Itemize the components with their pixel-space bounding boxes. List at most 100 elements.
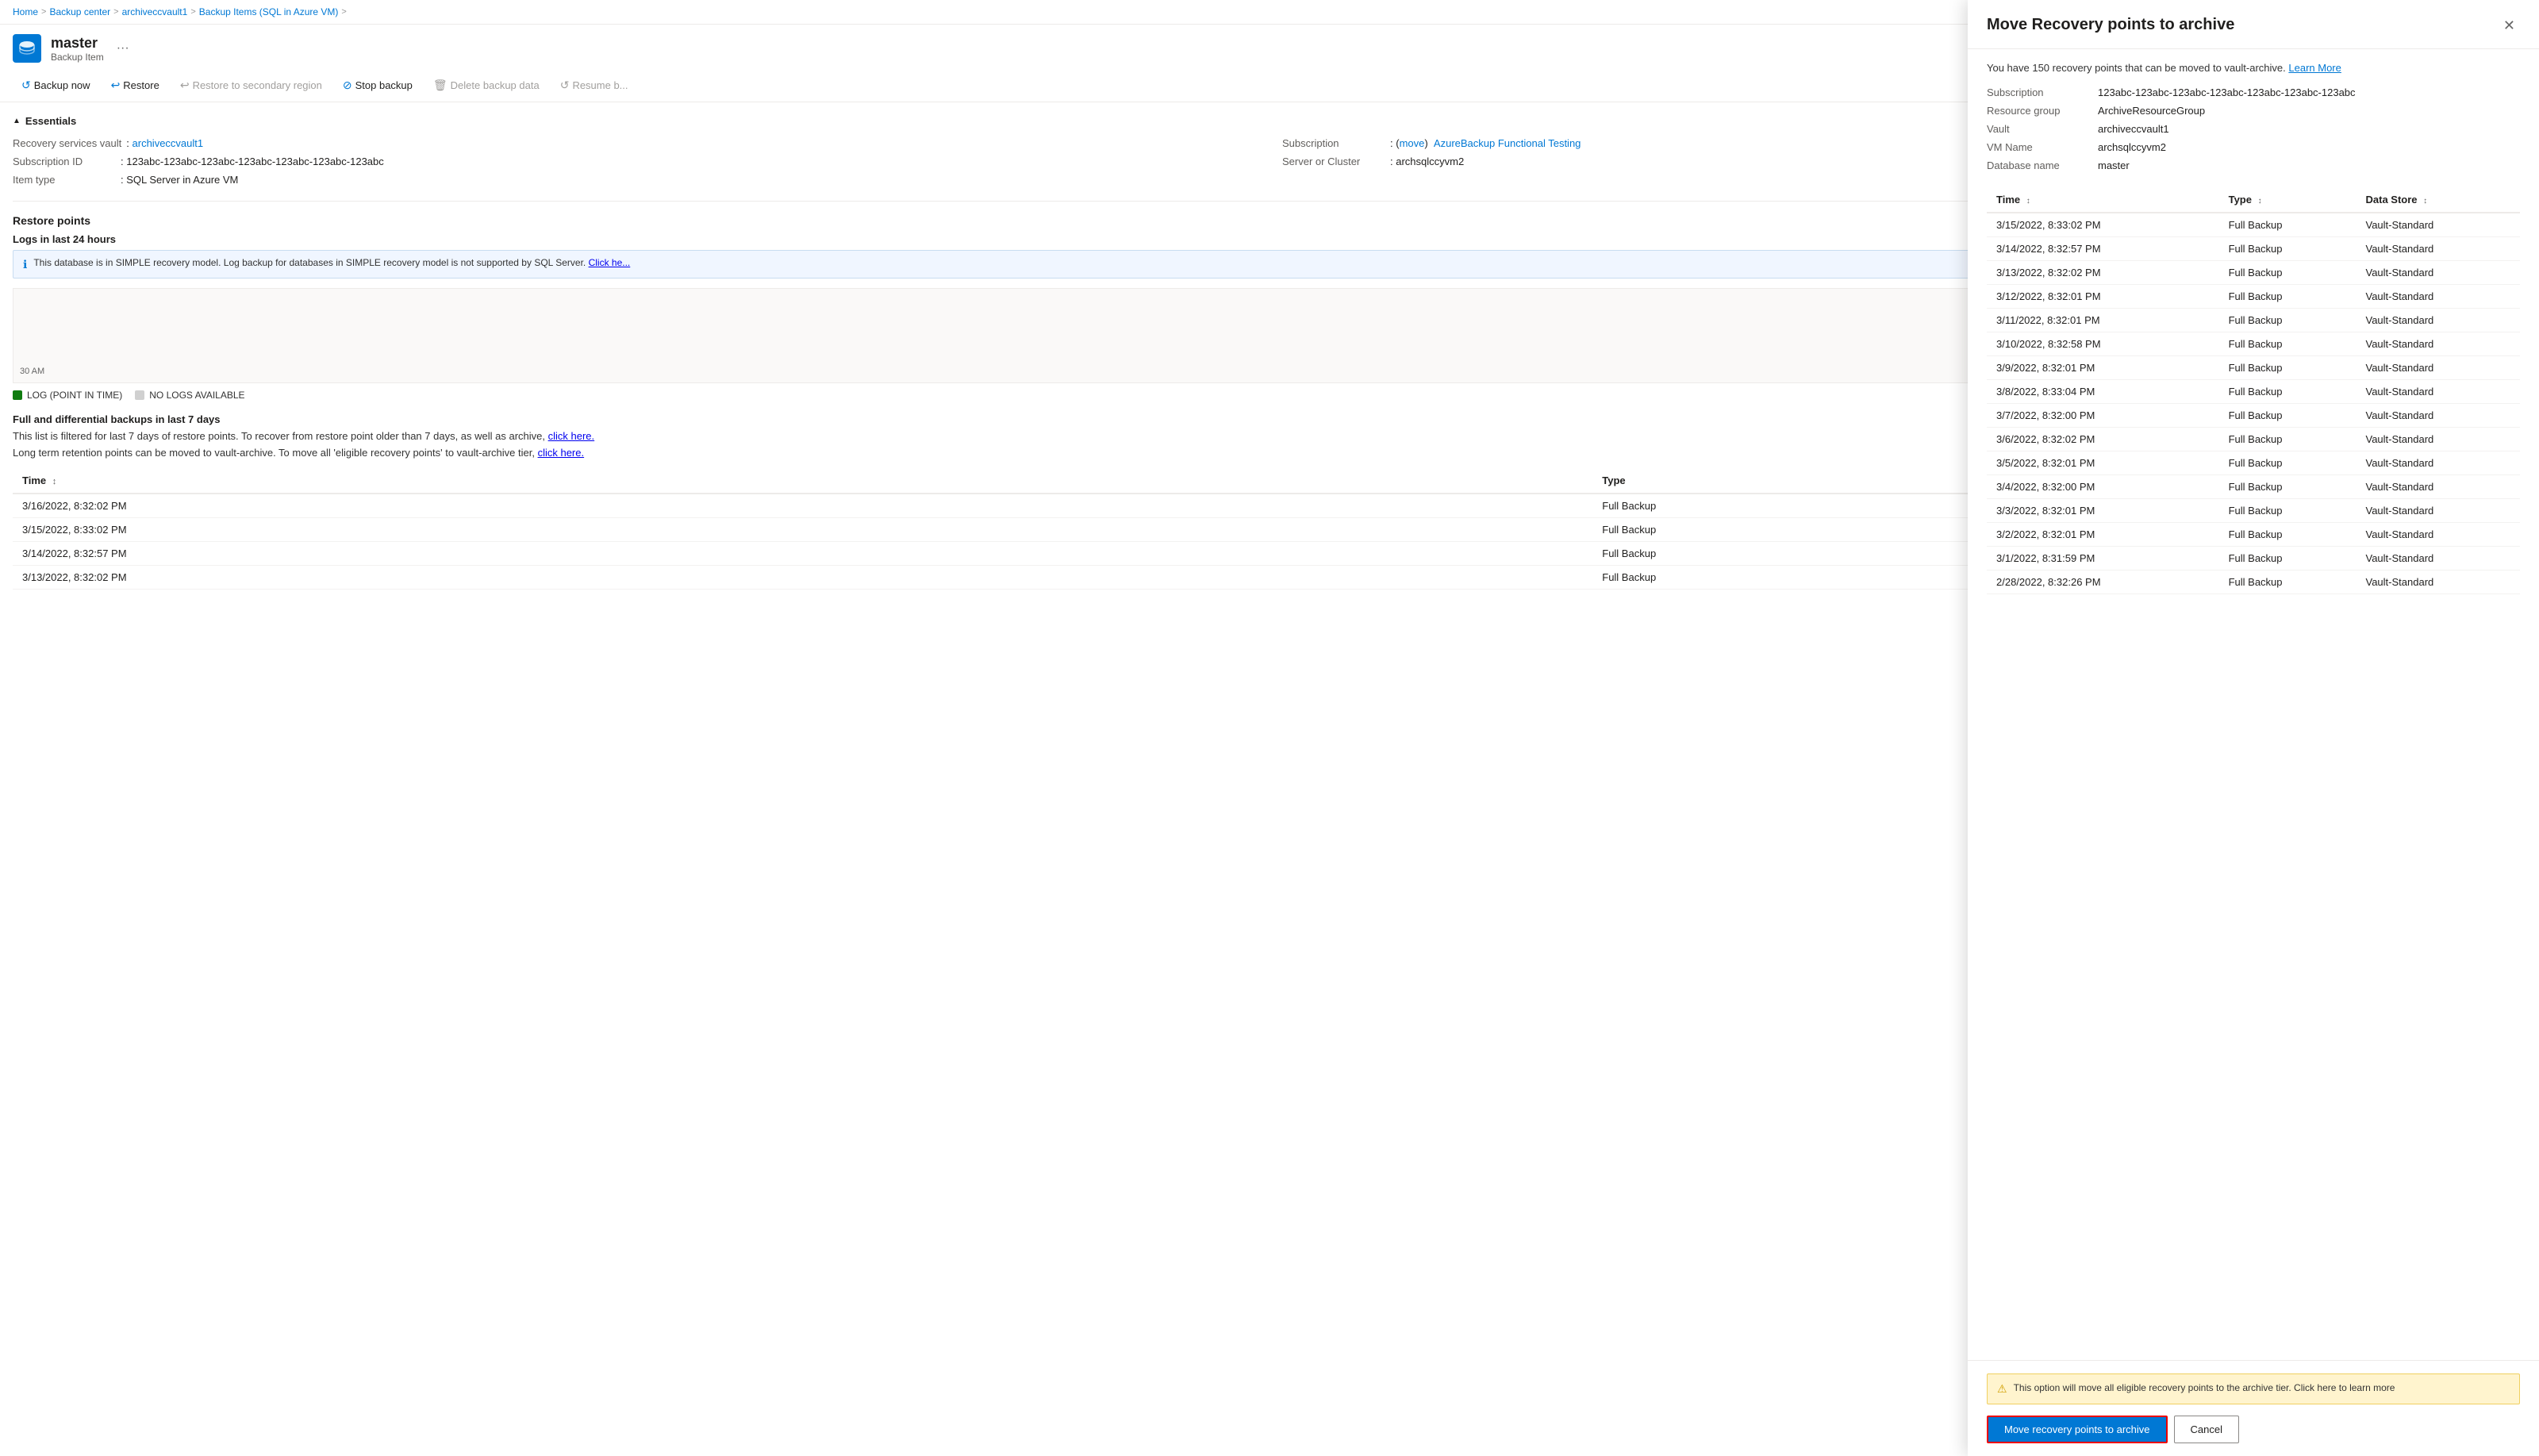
panel-table-row[interactable]: 3/13/2022, 8:32:02 PM Full Backup Vault-…: [1987, 261, 2520, 285]
restore-secondary-button[interactable]: ↩ Restore to secondary region: [171, 74, 331, 97]
panel-type-cell: Full Backup: [2219, 285, 2357, 309]
panel-datastore-cell: Vault-Standard: [2357, 475, 2521, 499]
panel-db-label: Database name: [1987, 159, 2098, 171]
panel-table-row[interactable]: 3/12/2022, 8:32:01 PM Full Backup Vault-…: [1987, 285, 2520, 309]
backup-time-cell: 3/16/2022, 8:32:02 PM: [13, 494, 1592, 518]
col-time[interactable]: Time ↕: [13, 468, 1592, 494]
legend-no-logs: NO LOGS AVAILABLE: [135, 390, 244, 401]
legend-nolog-dot: [135, 390, 144, 400]
panel-type-cell: Full Backup: [2219, 499, 2357, 523]
essentials-itemtype-row: Item type : SQL Server in Azure VM: [13, 171, 1257, 188]
backup-time-cell: 3/14/2022, 8:32:57 PM: [13, 542, 1592, 566]
essentials-vault-row: Recovery services vault : archiveccvault…: [13, 135, 1257, 152]
resume-backup-button[interactable]: ↺ Resume b...: [551, 74, 637, 97]
panel-db-row: Database name master: [1987, 159, 2520, 171]
panel-rg-row: Resource group ArchiveResourceGroup: [1987, 105, 2520, 117]
move-link[interactable]: move: [1400, 137, 1425, 149]
panel-type-cell: Full Backup: [2219, 380, 2357, 404]
full-backups-link1[interactable]: click here.: [548, 430, 595, 442]
panel-type-cell: Full Backup: [2219, 475, 2357, 499]
panel-table-row[interactable]: 3/15/2022, 8:33:02 PM Full Backup Vault-…: [1987, 213, 2520, 237]
panel-table-row[interactable]: 3/10/2022, 8:32:58 PM Full Backup Vault-…: [1987, 332, 2520, 356]
panel-table-row[interactable]: 3/14/2022, 8:32:57 PM Full Backup Vault-…: [1987, 237, 2520, 261]
panel-vault-label: Vault: [1987, 123, 2098, 135]
panel-warning: ⚠ This option will move all eligible rec…: [1987, 1373, 2520, 1404]
more-options-icon[interactable]: ···: [117, 41, 129, 56]
panel-table-row[interactable]: 3/6/2022, 8:32:02 PM Full Backup Vault-S…: [1987, 428, 2520, 451]
panel-table-row[interactable]: 3/7/2022, 8:32:00 PM Full Backup Vault-S…: [1987, 404, 2520, 428]
time-sort-icon: ↕: [52, 477, 57, 486]
panel-datastore-cell: Vault-Standard: [2357, 547, 2521, 570]
subscription-link[interactable]: AzureBackup Functional Testing: [1434, 137, 1581, 149]
panel-time-sort-icon: ↕: [2026, 197, 2030, 206]
delete-backup-label: Delete backup data: [451, 79, 540, 91]
panel-body: You have 150 recovery points that can be…: [1968, 49, 2539, 1360]
cancel-button[interactable]: Cancel: [2174, 1416, 2239, 1443]
panel-actions: Move recovery points to archive Cancel: [1987, 1416, 2520, 1443]
panel-table-row[interactable]: 3/1/2022, 8:31:59 PM Full Backup Vault-S…: [1987, 547, 2520, 570]
panel-table: Time ↕ Type ↕ Data Store ↕ 3/15/2022, 8:…: [1987, 187, 2520, 594]
breadcrumb-home[interactable]: Home: [13, 6, 38, 17]
essentials-subid-value: : 123abc-123abc-123abc-123abc-123abc-123…: [121, 156, 384, 167]
panel-db-value: master: [2098, 159, 2130, 171]
breadcrumb-sep-1: >: [41, 7, 46, 17]
essentials-server-label: Server or Cluster: [1282, 156, 1385, 167]
panel-datastore-cell: Vault-Standard: [2357, 356, 2521, 380]
panel-datastore-cell: Vault-Standard: [2357, 261, 2521, 285]
breadcrumb-backup-items[interactable]: Backup Items (SQL in Azure VM): [199, 6, 339, 17]
panel-datastore-cell: Vault-Standard: [2357, 570, 2521, 594]
panel-type-cell: Full Backup: [2219, 451, 2357, 475]
panel-time-cell: 3/12/2022, 8:32:01 PM: [1987, 285, 2219, 309]
header-text: master Backup Item: [51, 35, 104, 63]
panel-table-row[interactable]: 3/5/2022, 8:32:01 PM Full Backup Vault-S…: [1987, 451, 2520, 475]
panel-subscription-row: Subscription 123abc-123abc-123abc-123abc…: [1987, 86, 2520, 98]
logs-info-link[interactable]: Click he...: [589, 257, 631, 268]
panel-time-cell: 3/4/2022, 8:32:00 PM: [1987, 475, 2219, 499]
full-backups-link2[interactable]: click here.: [538, 447, 585, 459]
panel-ds-sort-icon: ↕: [2423, 197, 2427, 206]
panel-table-row[interactable]: 2/28/2022, 8:32:26 PM Full Backup Vault-…: [1987, 570, 2520, 594]
panel-datastore-cell: Vault-Standard: [2357, 213, 2521, 237]
panel-time-cell: 3/8/2022, 8:33:04 PM: [1987, 380, 2219, 404]
panel-close-button[interactable]: ✕: [2499, 16, 2520, 36]
essentials-subid-row: Subscription ID : 123abc-123abc-123abc-1…: [13, 153, 1257, 170]
stop-backup-button[interactable]: ⊘ Stop backup: [334, 74, 421, 97]
panel-learn-more[interactable]: Learn More: [2288, 62, 2341, 74]
panel-type-cell: Full Backup: [2219, 261, 2357, 285]
panel-table-row[interactable]: 3/2/2022, 8:32:01 PM Full Backup Vault-S…: [1987, 523, 2520, 547]
panel-table-row[interactable]: 3/8/2022, 8:33:04 PM Full Backup Vault-S…: [1987, 380, 2520, 404]
panel-rg-value: ArchiveResourceGroup: [2098, 105, 2205, 117]
breadcrumb-sep-2: >: [113, 7, 118, 17]
page-title: master: [51, 35, 104, 52]
panel-col-datastore[interactable]: Data Store ↕: [2357, 187, 2521, 213]
essentials-itemtype-value: : SQL Server in Azure VM: [121, 174, 238, 186]
panel-table-head: Time ↕ Type ↕ Data Store ↕: [1987, 187, 2520, 213]
resume-backup-label: Resume b...: [572, 79, 628, 91]
panel-type-cell: Full Backup: [2219, 404, 2357, 428]
panel-rg-label: Resource group: [1987, 105, 2098, 117]
warning-icon: ⚠: [1997, 1382, 2007, 1396]
panel-info-grid: Subscription 123abc-123abc-123abc-123abc…: [1987, 86, 2520, 171]
panel-datastore-cell: Vault-Standard: [2357, 404, 2521, 428]
breadcrumb-backup-center[interactable]: Backup center: [49, 6, 110, 17]
legend-log-label: LOG (POINT IN TIME): [27, 390, 122, 401]
move-archive-button[interactable]: Move recovery points to archive: [1987, 1416, 2168, 1443]
vault-link[interactable]: archiveccvault1: [133, 137, 204, 149]
essentials-title: Essentials: [25, 115, 76, 127]
panel-table-row[interactable]: 3/4/2022, 8:32:00 PM Full Backup Vault-S…: [1987, 475, 2520, 499]
panel-type-cell: Full Backup: [2219, 213, 2357, 237]
panel-type-cell: Full Backup: [2219, 237, 2357, 261]
breadcrumb-vault[interactable]: archiveccvault1: [122, 6, 188, 17]
delete-backup-button[interactable]: 🗑 Delete backup data: [424, 74, 548, 97]
essentials-subscription-label: Subscription: [1282, 137, 1385, 149]
panel-col-type[interactable]: Type ↕: [2219, 187, 2357, 213]
panel-time-cell: 3/11/2022, 8:32:01 PM: [1987, 309, 2219, 332]
legend-nolog-label: NO LOGS AVAILABLE: [149, 390, 244, 401]
backup-now-button[interactable]: ↺ Backup now: [13, 74, 99, 97]
restore-button[interactable]: ↩ Restore: [102, 74, 168, 97]
panel-col-time[interactable]: Time ↕: [1987, 187, 2219, 213]
panel-table-row[interactable]: 3/11/2022, 8:32:01 PM Full Backup Vault-…: [1987, 309, 2520, 332]
panel-table-row[interactable]: 3/3/2022, 8:32:01 PM Full Backup Vault-S…: [1987, 499, 2520, 523]
stop-backup-label: Stop backup: [355, 79, 413, 91]
panel-table-row[interactable]: 3/9/2022, 8:32:01 PM Full Backup Vault-S…: [1987, 356, 2520, 380]
